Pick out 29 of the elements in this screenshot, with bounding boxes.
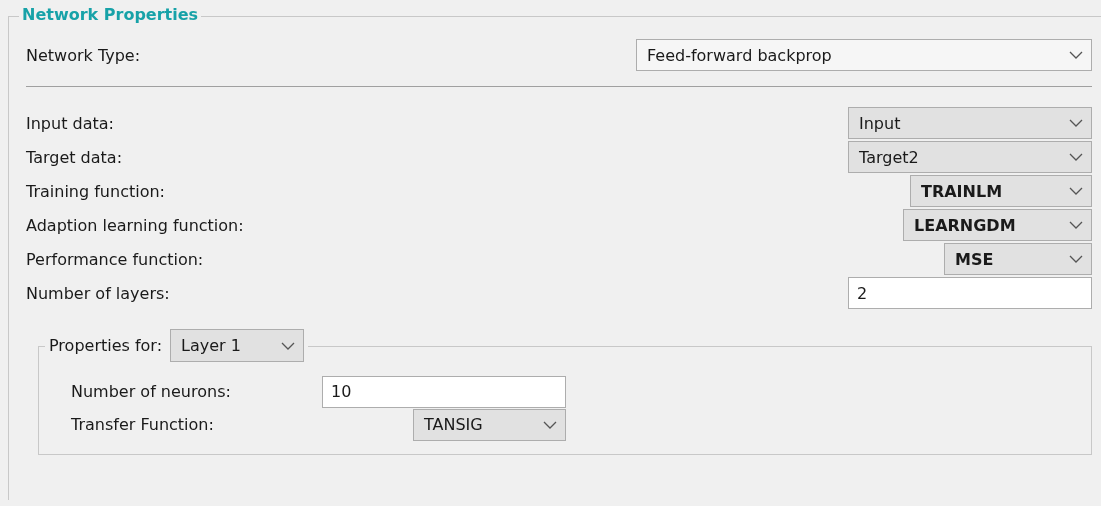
text-field[interactable]: 2 bbox=[848, 277, 1092, 309]
group-title: Network Properties bbox=[19, 5, 202, 24]
dropdown[interactable]: Target2 bbox=[848, 141, 1092, 173]
field-label: Properties for: bbox=[49, 336, 163, 355]
field-label: Training function: bbox=[26, 181, 165, 201]
field-label: Number of neurons: bbox=[71, 382, 232, 401]
dropdown[interactable]: Layer 1 bbox=[170, 329, 305, 362]
chevron-down-icon bbox=[543, 420, 557, 429]
field-label: Input data: bbox=[26, 113, 114, 133]
field-label: Transfer Function: bbox=[71, 415, 215, 434]
dropdown[interactable]: TANSIG bbox=[413, 408, 566, 441]
chevron-down-icon bbox=[281, 341, 296, 350]
dropdown[interactable]: MSE bbox=[944, 243, 1092, 275]
field-label: Adaption learning function: bbox=[26, 215, 244, 235]
chevron-down-icon bbox=[1069, 255, 1083, 263]
chevron-down-icon bbox=[1069, 153, 1083, 161]
dropdown[interactable]: Feed-forward backprop bbox=[636, 39, 1092, 71]
text-field[interactable]: 10 bbox=[322, 375, 566, 408]
chevron-down-icon bbox=[1069, 119, 1083, 127]
field-label: Target data: bbox=[26, 147, 122, 167]
chevron-down-icon bbox=[1069, 51, 1083, 59]
chevron-down-icon bbox=[1069, 187, 1083, 195]
dropdown[interactable]: TRAINLM bbox=[910, 175, 1092, 207]
chevron-down-icon bbox=[1069, 221, 1083, 229]
field-label: Performance function: bbox=[26, 249, 204, 269]
dropdown[interactable]: LEARNGDM bbox=[903, 209, 1092, 241]
field-label: Number of layers: bbox=[26, 283, 170, 303]
dropdown[interactable]: Input bbox=[848, 107, 1092, 139]
field-label: Network Type: bbox=[26, 45, 141, 65]
